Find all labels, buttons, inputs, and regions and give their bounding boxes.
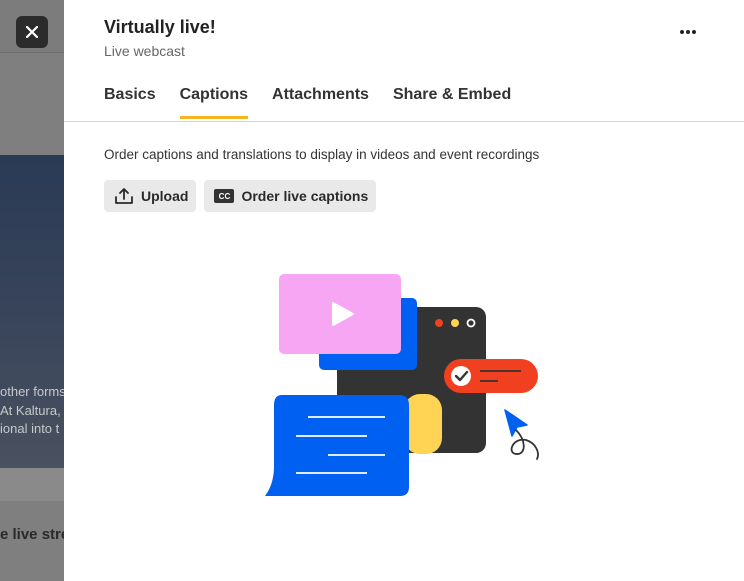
background-text-line: other forms: [0, 384, 64, 399]
background-heading: e live strea: [0, 526, 64, 543]
tab-basics[interactable]: Basics: [104, 86, 156, 119]
order-live-captions-label: Order live captions: [241, 188, 369, 204]
yellow-tab-shape: [404, 394, 442, 454]
tab-bar: Basics Captions Attachments Share & Embe…: [104, 86, 535, 119]
check-circle-icon: [451, 366, 471, 386]
more-horizontal-icon: [680, 30, 696, 34]
cursor-icon: [504, 409, 528, 437]
speech-bubble-shape: [265, 395, 409, 496]
window-dot-red: [435, 319, 443, 327]
more-options-button[interactable]: [676, 22, 700, 42]
captions-actions: Upload CC Order live captions: [104, 180, 384, 212]
upload-button[interactable]: Upload: [104, 180, 197, 212]
tabs-divider: [64, 121, 744, 122]
window-dot-yellow: [451, 319, 459, 327]
captions-description: Order captions and translations to displ…: [104, 147, 540, 162]
order-live-captions-button[interactable]: CC Order live captions: [204, 180, 377, 212]
background-text-line: At Kaltura,: [0, 403, 61, 418]
tab-captions[interactable]: Captions: [179, 86, 249, 119]
page-title: Virtually live!: [104, 17, 216, 37]
background-page: other forms At Kaltura, ional into t e l…: [0, 0, 64, 581]
background-section: [0, 468, 64, 501]
details-panel: Virtually live! Live webcast Basics Capt…: [64, 0, 744, 581]
background-text-line: ional into t: [0, 421, 60, 436]
tab-share-embed[interactable]: Share & Embed: [393, 86, 511, 119]
upload-icon: [114, 187, 134, 205]
close-icon: [25, 25, 39, 39]
page-subtitle: Live webcast: [104, 43, 185, 59]
captions-empty-illustration: [265, 274, 539, 496]
cursor-swirl: [510, 429, 539, 460]
cc-icon: CC: [214, 189, 235, 203]
upload-label: Upload: [141, 188, 189, 204]
tab-attachments[interactable]: Attachments: [272, 86, 369, 119]
close-button[interactable]: [16, 16, 48, 48]
